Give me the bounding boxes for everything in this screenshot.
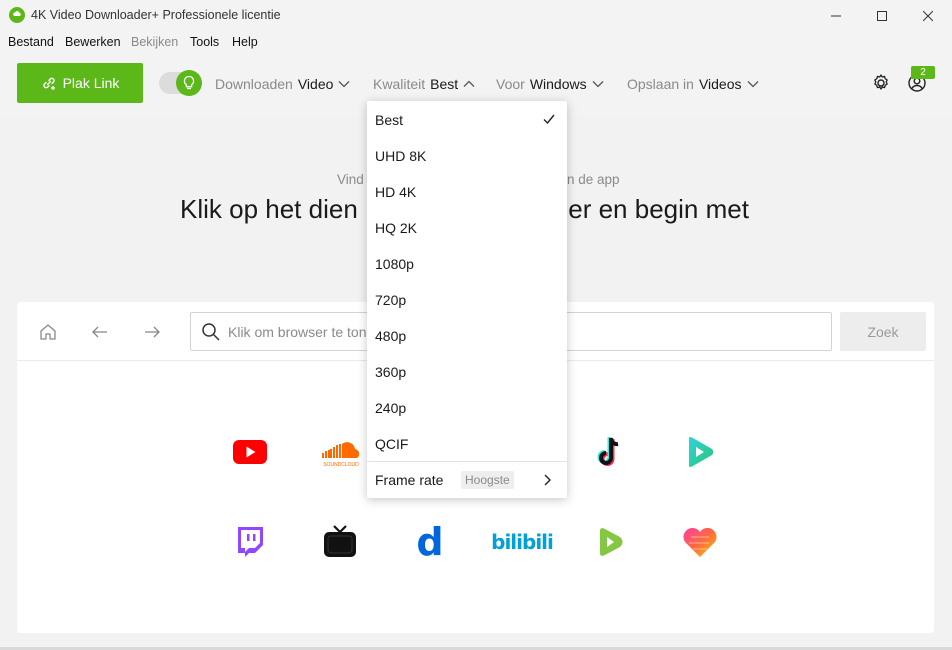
link-plus-icon [42,77,55,90]
maximize-button[interactable] [859,0,905,32]
quality-option-hq-2k[interactable]: HQ 2K [367,210,567,246]
dailymotion-glyph: d [416,520,444,564]
menu-bar: Bestand Bewerken Bekijken Tools Help [0,32,952,52]
dailymotion-icon[interactable]: d [410,522,450,562]
hero-subtitle-left: Vind [337,172,364,187]
quality-option-label: Best [375,112,404,128]
quality-option-label: 240p [375,400,407,416]
twitch-icon[interactable] [230,522,270,562]
bilibili-wordmark: bilibili [491,530,554,554]
quality-dropdown: Best UHD 8K HD 4K HQ 2K 1080p 720p 480p … [367,101,567,498]
menu-bewerken[interactable]: Bewerken [65,35,121,49]
chevron-down-icon [592,81,604,88]
menu-bekijken[interactable]: Bekijken [131,35,178,49]
back-arrow-icon[interactable] [90,322,110,342]
settings-gear-icon[interactable] [871,73,891,93]
quality-option-label: HQ 2K [375,220,418,236]
download-type-select[interactable]: Downloaden Video [215,76,350,92]
menu-tools[interactable]: Tools [190,35,219,49]
forward-arrow-icon[interactable] [142,322,162,342]
title-bar: 4K Video Downloader+ Professionele licen… [0,0,952,32]
download-type-label: Downloaden [215,76,293,92]
home-icon[interactable] [38,322,58,342]
quality-label: Kwaliteit [373,76,426,92]
search-placeholder: Klik om browser te ton [228,324,367,340]
quality-option-1080p[interactable]: 1080p [367,246,567,282]
quality-option-720p[interactable]: 720p [367,282,567,318]
quality-option-label: 480p [375,328,407,344]
lightbulb-icon [176,70,202,96]
rumble-icon[interactable] [590,522,630,562]
save-location-label: Opslaan in [627,76,694,92]
quality-option-hd-4k[interactable]: HD 4K [367,174,567,210]
chevron-right-icon [544,474,551,486]
chevron-up-icon [463,80,475,87]
quality-option-label: HD 4K [375,184,417,200]
save-location-value: Videos [698,76,742,92]
youtube-icon[interactable] [230,432,270,472]
soundcloud-caption: SOUNDCLOUD [323,462,359,468]
quality-option-label: 720p [375,292,407,308]
quality-value: Best [430,76,459,92]
minimize-button[interactable] [813,0,859,32]
soundcloud-icon[interactable]: SOUNDCLOUD [319,432,363,472]
quality-option-best[interactable]: Best [367,102,567,138]
frame-rate-submenu[interactable]: Frame rate Hoogste [367,462,567,498]
quality-option-label: 360p [375,364,407,380]
chevron-down-icon [338,81,350,88]
bilibili-icon[interactable]: bilibili [491,522,554,562]
search-icon [202,323,220,341]
paste-link-label: Plak Link [62,75,120,91]
close-button[interactable] [905,0,951,32]
quality-select[interactable]: Kwaliteit Best [373,76,475,92]
download-type-value: Video [297,76,334,92]
tiktok-icon[interactable] [590,432,630,472]
quality-option-label: QCIF [375,436,409,452]
save-location-select[interactable]: Opslaan in Videos [627,76,759,92]
hero-subtitle-right: n de app [567,172,620,187]
checkmark-icon [543,114,555,125]
paste-link-button[interactable]: Plak Link [17,63,143,103]
platform-label: Voor [496,76,525,92]
play-icon[interactable] [680,432,720,472]
window-title: 4K Video Downloader+ Professionele licen… [31,8,281,22]
frame-rate-value: Hoogste [461,471,514,489]
hero-title-left: Klik op het dien [180,194,358,224]
smart-mode-toggle[interactable] [159,70,202,96]
quality-option-label: 1080p [375,256,414,272]
notification-badge[interactable]: 2 [911,66,935,79]
likee-icon[interactable] [680,522,720,562]
tv-icon[interactable] [320,522,360,562]
search-button[interactable]: Zoek [840,312,926,351]
platform-value: Windows [529,76,587,92]
chevron-down-icon [747,81,758,88]
menu-help[interactable]: Help [232,35,258,49]
frame-rate-label: Frame rate [375,472,444,488]
hero-title-right: der en begin met [553,194,749,224]
quality-option-480p[interactable]: 480p [367,318,567,354]
menu-bestand[interactable]: Bestand [8,35,54,49]
quality-option-360p[interactable]: 360p [367,354,567,390]
quality-option-qcif[interactable]: QCIF [367,426,567,462]
quality-option-label: UHD 8K [375,148,427,164]
app-logo-icon [9,7,25,23]
quality-option-240p[interactable]: 240p [367,390,567,426]
quality-option-uhd-8k[interactable]: UHD 8K [367,138,567,174]
platform-select[interactable]: Voor Windows [496,76,604,92]
